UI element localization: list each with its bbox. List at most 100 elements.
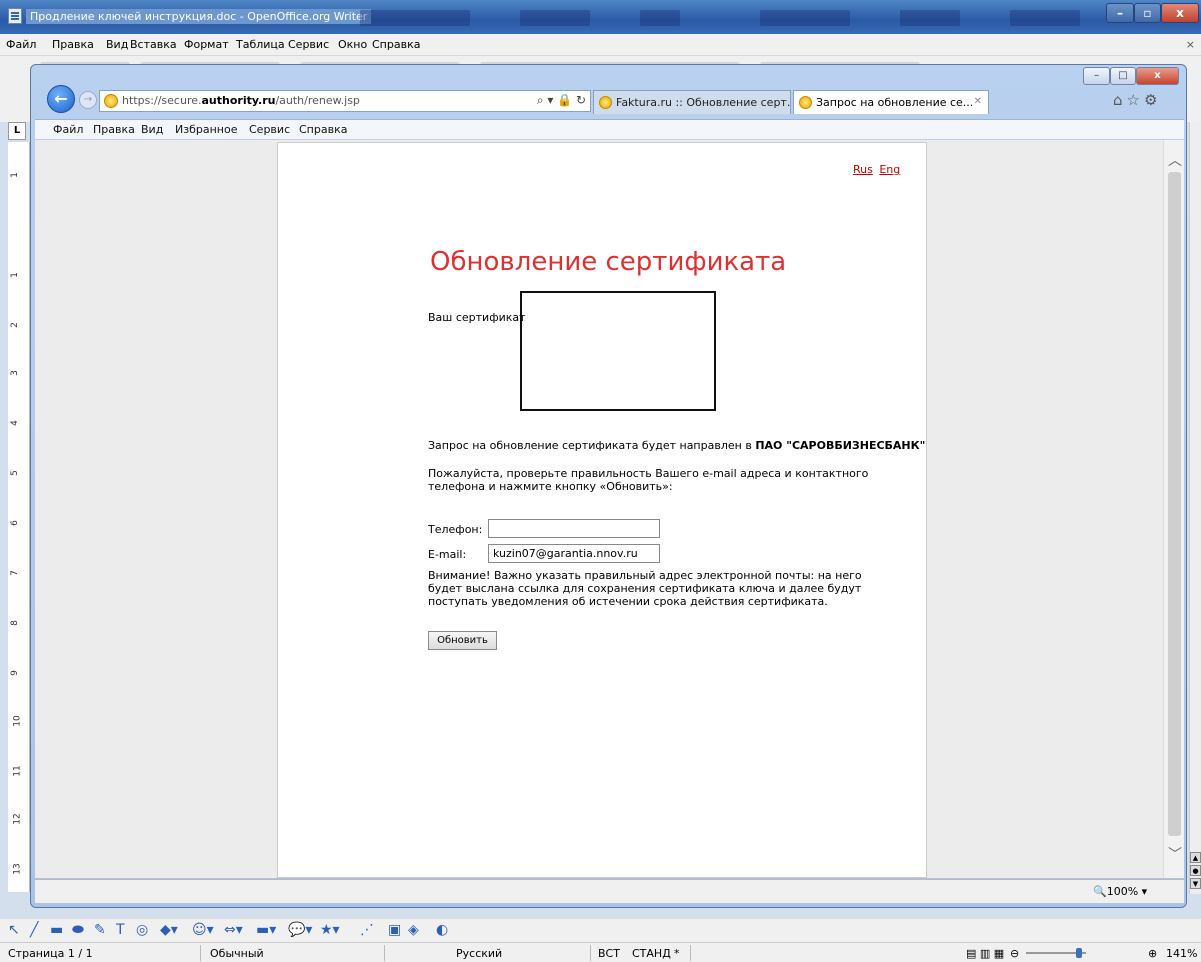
- ruler-number: 5: [9, 470, 20, 476]
- browser-viewport: Rus Eng Обновление сертификата Ваш серти…: [35, 140, 1184, 878]
- update-button[interactable]: Обновить: [428, 631, 497, 650]
- instructions-text: Пожалуйста, проверьте правильность Вашег…: [428, 467, 869, 493]
- certificate-label: Ваш сертификат: [428, 311, 526, 324]
- tab-label: Запрос на обновление се...: [816, 96, 974, 109]
- ellipse-icon[interactable]: ⬬: [72, 922, 84, 938]
- tab-renew-request[interactable]: Запрос на обновление се... ✕: [793, 90, 989, 114]
- writer-title-bar: Продление ключей инструкция.doc - OpenOf…: [0, 0, 1201, 34]
- page-vertical-scrollbar[interactable]: ︿ ﹀: [1163, 140, 1184, 878]
- writer-menu-file[interactable]: Файл: [6, 38, 36, 51]
- page-up-icon[interactable]: ▲: [1190, 852, 1201, 863]
- drawing-toolbar: ↖ ╱ ▬ ⬬ ✎ T ◎ ◆▾ ☺▾ ⇔▾ ▬▾ 💬▾ ★▾ ⋰ ▣ ◈ ◐: [0, 918, 1201, 942]
- lang-eng-link[interactable]: Eng: [879, 163, 900, 176]
- tab-favicon-icon: [599, 96, 612, 109]
- web-page: Rus Eng Обновление сертификата Ваш серти…: [277, 142, 927, 878]
- stars-icon[interactable]: ★▾: [320, 922, 340, 938]
- flowchart-icon[interactable]: ▬▾: [256, 922, 276, 938]
- callout-icon[interactable]: ◎: [136, 922, 148, 938]
- callouts-icon[interactable]: 💬▾: [288, 922, 312, 938]
- freeform-icon[interactable]: ✎: [94, 922, 106, 938]
- ruler-tab-selector[interactable]: L: [8, 122, 26, 140]
- ruler-number: 3: [9, 370, 20, 376]
- selection-mode[interactable]: СТАНД: [632, 947, 671, 960]
- scroll-thumb[interactable]: [1168, 172, 1181, 836]
- browser-menu-favorites[interactable]: Избранное: [175, 123, 237, 136]
- browser-maximize-button[interactable]: □: [1110, 67, 1136, 85]
- ruler-number: 2: [9, 322, 20, 328]
- zoom-in-icon[interactable]: ⊕: [1148, 947, 1157, 960]
- browser-close-button[interactable]: x: [1136, 67, 1179, 85]
- tab-label: Faktura.ru :: Обновление серт...: [616, 96, 791, 109]
- ruler-number: 6: [9, 520, 20, 526]
- writer-window-title: Продление ключей инструкция.doc - OpenOf…: [26, 9, 372, 24]
- ruler-number: 8: [9, 620, 20, 626]
- email-field[interactable]: [488, 544, 660, 563]
- rectangle-icon[interactable]: ▬: [50, 922, 63, 938]
- extrusion-icon[interactable]: ◐: [436, 922, 448, 938]
- writer-vertical-scrollbar[interactable]: ▲ ● ▼: [1189, 122, 1201, 894]
- basic-shapes-icon[interactable]: ◆▾: [160, 922, 178, 938]
- browser-menu-file[interactable]: Файл: [53, 123, 83, 136]
- page-title: Обновление сертификата: [430, 247, 787, 277]
- navigator-icon[interactable]: ●: [1190, 865, 1201, 876]
- phone-field[interactable]: [488, 519, 660, 538]
- writer-menubar: Файл Правка Вид Вставка Формат Таблица С…: [0, 34, 1201, 56]
- site-favicon-icon: [104, 94, 118, 108]
- address-bar[interactable]: https://secure.authority.ru/auth/renew.j…: [99, 90, 591, 112]
- page-down-icon[interactable]: ▼: [1190, 878, 1201, 889]
- writer-menu-table[interactable]: Таблица: [236, 38, 285, 51]
- forward-arrow-icon[interactable]: →: [79, 91, 97, 109]
- search-lock-refresh-icons[interactable]: ⌕ ▾ 🔒 ↻: [537, 93, 586, 108]
- writer-close-button[interactable]: x: [1161, 3, 1199, 23]
- from-file-icon[interactable]: ▣: [388, 922, 401, 938]
- browser-menu-view[interactable]: Вид: [141, 123, 163, 136]
- phone-label: Телефон:: [428, 523, 483, 536]
- zoom-icon: 🔍: [1093, 885, 1107, 898]
- writer-menu-window[interactable]: Окно: [338, 38, 367, 51]
- writer-status-bar: Страница 1 / 1 Обычный Русский ВСТ СТАНД…: [0, 942, 1201, 962]
- browser-menu-help[interactable]: Справка: [299, 123, 347, 136]
- writer-menu-edit[interactable]: Правка: [52, 38, 94, 51]
- scroll-up-icon[interactable]: ︿: [1168, 150, 1182, 170]
- request-destination-text: Запрос на обновление сертификата будет н…: [428, 439, 926, 452]
- tab-favicon-icon: [799, 96, 812, 109]
- writer-menu-format[interactable]: Формат: [184, 38, 229, 51]
- page-style[interactable]: Обычный: [210, 947, 264, 960]
- writer-maximize-button[interactable]: ▫: [1134, 3, 1161, 23]
- language-indicator[interactable]: Русский: [456, 947, 502, 960]
- writer-menu-tools[interactable]: Сервис: [288, 38, 329, 51]
- browser-menu-tools[interactable]: Сервис: [249, 123, 290, 136]
- email-label: E-mail:: [428, 548, 467, 561]
- ruler-number: 12: [12, 813, 23, 825]
- browser-menu-edit[interactable]: Правка: [93, 123, 135, 136]
- browser-minimize-button[interactable]: –: [1083, 67, 1110, 85]
- document-close-icon[interactable]: ×: [1186, 38, 1195, 51]
- browser-menubar: Файл Правка Вид Избранное Сервис Справка: [35, 119, 1184, 139]
- home-favorites-settings-icons[interactable]: ⌂☆⚙: [1113, 91, 1161, 109]
- zoom-slider-handle[interactable]: [1076, 948, 1082, 958]
- writer-menu-view[interactable]: Вид: [106, 38, 128, 51]
- tab-close-icon[interactable]: ✕: [974, 96, 982, 107]
- ruler-number: 13: [12, 863, 23, 875]
- writer-minimize-button[interactable]: –: [1106, 3, 1134, 23]
- insert-mode[interactable]: ВСТ: [598, 947, 620, 960]
- tab-faktura[interactable]: Faktura.ru :: Обновление серт...: [593, 90, 791, 114]
- view-layout-icons[interactable]: ▤ ▥ ▦: [966, 947, 1004, 960]
- symbol-shapes-icon[interactable]: ☺▾: [192, 922, 214, 938]
- scroll-down-icon[interactable]: ﹀: [1168, 844, 1182, 864]
- line-icon[interactable]: ╱: [30, 922, 38, 938]
- back-arrow-icon[interactable]: ←: [47, 85, 75, 113]
- browser-zoom[interactable]: 🔍100% ▾: [1093, 885, 1147, 898]
- lang-rus-link[interactable]: Rus: [853, 163, 873, 176]
- block-arrows-icon[interactable]: ⇔▾: [224, 922, 243, 938]
- zoom-level[interactable]: 141%: [1166, 947, 1197, 960]
- gallery-icon[interactable]: ◈: [408, 922, 419, 938]
- text-icon[interactable]: T: [116, 922, 125, 938]
- url-text: https://secure.authority.ru/auth/renew.j…: [122, 94, 360, 107]
- ruler-number: 11: [12, 765, 23, 777]
- writer-menu-help[interactable]: Справка: [372, 38, 420, 51]
- writer-menu-insert[interactable]: Вставка: [130, 38, 177, 51]
- points-icon[interactable]: ⋰: [360, 922, 374, 938]
- select-pointer-icon[interactable]: ↖: [8, 922, 20, 938]
- zoom-out-icon[interactable]: ⊖: [1010, 947, 1019, 960]
